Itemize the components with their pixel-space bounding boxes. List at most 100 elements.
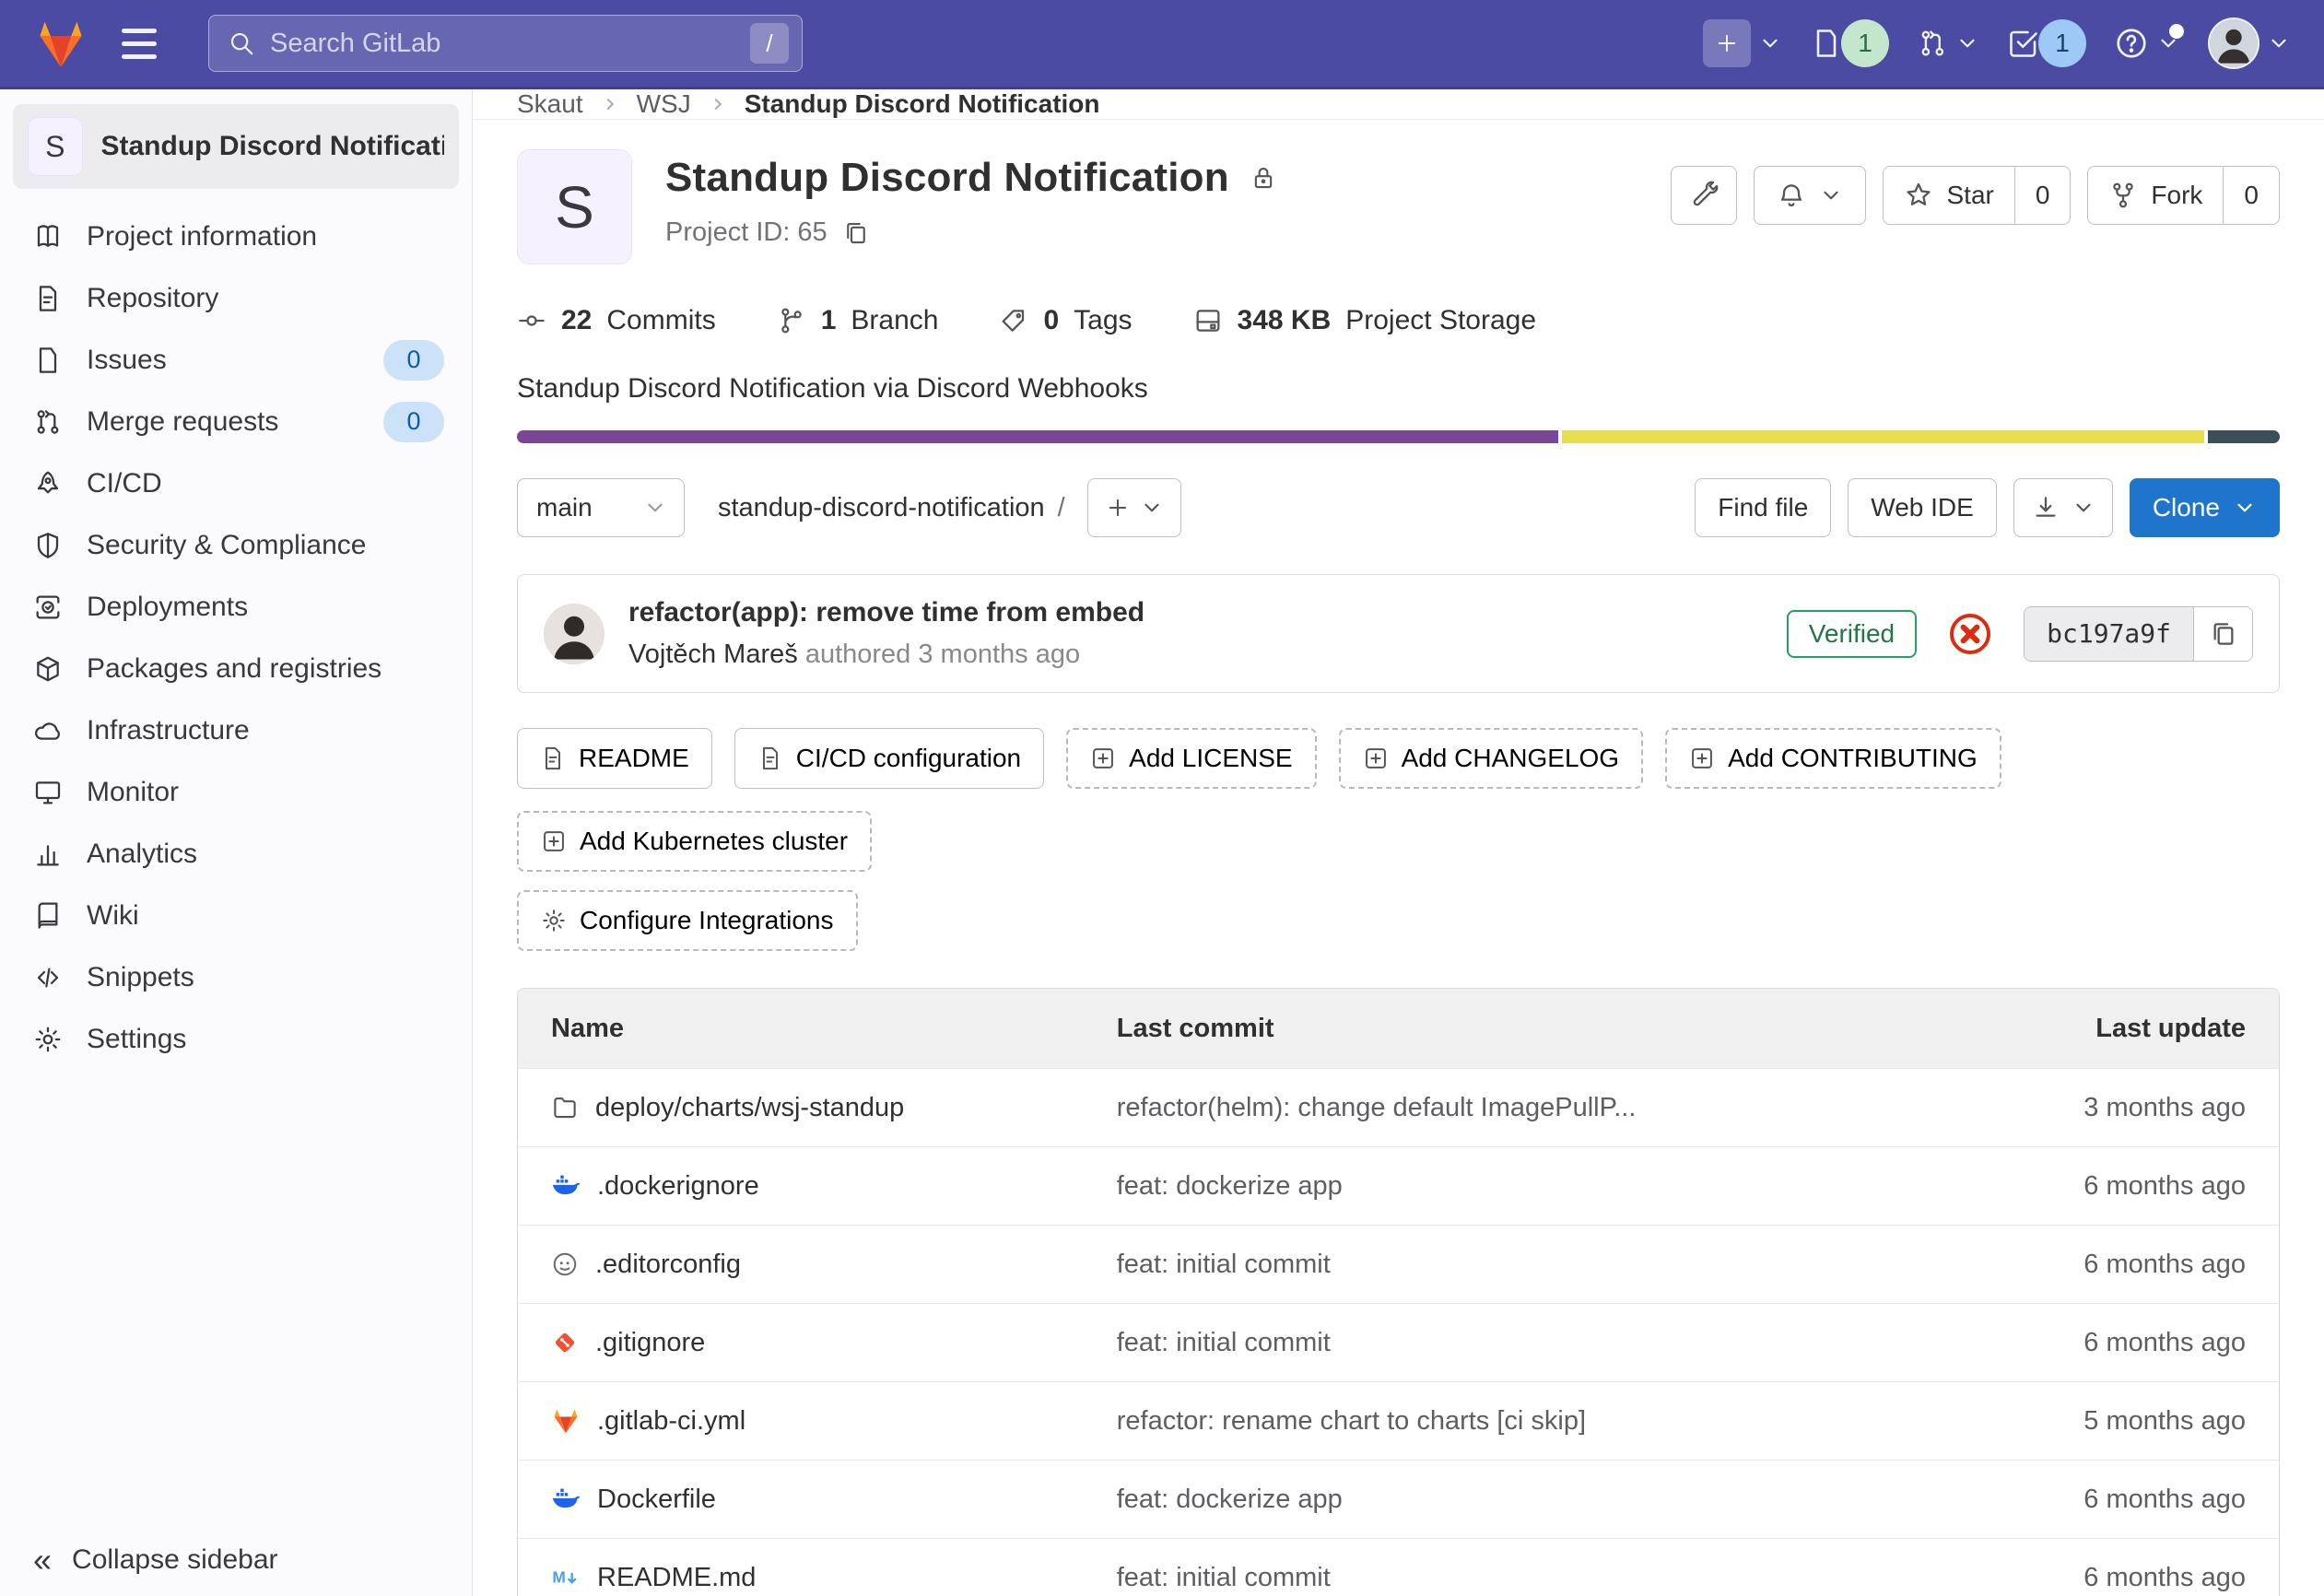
add-license-button[interactable]: Add LICENSE — [1066, 728, 1316, 789]
branch-selector[interactable]: main — [517, 478, 685, 537]
sidebar-item-deployments[interactable]: Deployments — [0, 576, 472, 638]
download-button[interactable] — [2014, 479, 2112, 536]
table-row[interactable]: M README.md feat: initial commit 6 month… — [518, 1538, 2279, 1596]
collapse-sidebar-button[interactable]: « Collapse sidebar — [0, 1522, 472, 1596]
merge-requests-nav-button[interactable] — [1917, 28, 1979, 59]
global-search[interactable]: / — [208, 15, 803, 72]
sidebar-item-cicd[interactable]: CI/CD — [0, 452, 472, 514]
file-name-link[interactable]: .gitignore — [595, 1328, 705, 1358]
commit-message-link[interactable]: feat: initial commit — [1117, 1250, 1331, 1279]
commit-author-link[interactable]: Vojtěch Mareš — [628, 640, 798, 669]
new-menu-button[interactable] — [1703, 19, 1782, 67]
commit-message-link[interactable]: feat: dockerize app — [1117, 1171, 1343, 1201]
issues-icon — [33, 346, 63, 375]
issues-nav-button[interactable]: 1 — [1810, 19, 1889, 67]
find-file-button[interactable]: Find file — [1695, 478, 1831, 537]
add-kubernetes-cluster-button[interactable]: Add Kubernetes cluster — [517, 811, 872, 872]
clone-button[interactable]: Clone — [2130, 478, 2280, 537]
language-bar[interactable] — [517, 430, 2280, 443]
fork-action[interactable]: Fork — [2088, 167, 2223, 224]
rocket-icon — [33, 469, 63, 499]
sidebar-item-settings[interactable]: Settings — [0, 1008, 472, 1070]
table-row[interactable]: .gitignore feat: initial commit 6 months… — [518, 1303, 2279, 1381]
star-icon — [1904, 181, 1933, 210]
cicd-configuration-button[interactable]: CI/CD configuration — [734, 728, 1044, 789]
file-name-link[interactable]: README.md — [597, 1563, 756, 1593]
sidebar-item-issues[interactable]: Issues 0 — [0, 329, 472, 391]
sidebar-item-repository[interactable]: Repository — [0, 267, 472, 329]
pipeline-failed-icon[interactable] — [1948, 612, 1992, 656]
menu-hamburger-icon[interactable] — [122, 29, 157, 59]
user-menu-button[interactable] — [2208, 18, 2291, 69]
commit-message-link[interactable]: refactor(helm): change default ImagePull… — [1117, 1093, 1637, 1122]
copy-sha-button[interactable] — [2193, 607, 2252, 661]
sidebar-item-security-compliance[interactable]: Security & Compliance — [0, 514, 472, 576]
sidebar-item-wiki[interactable]: Wiki — [0, 885, 472, 946]
issues-icon — [1810, 27, 1843, 60]
language-segment[interactable] — [2208, 430, 2280, 443]
repo-path-root[interactable]: standup-discord-notification — [718, 493, 1045, 523]
storage-stat[interactable]: 348 KBProject Storage — [1193, 305, 1537, 336]
download-dropdown[interactable] — [2013, 478, 2113, 537]
sidebar-item-infrastructure[interactable]: Infrastructure — [0, 699, 472, 761]
configure-integrations-button[interactable]: Configure Integrations — [517, 890, 858, 951]
todos-nav-button[interactable]: 1 — [2007, 19, 2086, 67]
table-row[interactable]: .dockerignore feat: dockerize app 6 mont… — [518, 1146, 2279, 1225]
commit-message-link[interactable]: feat: initial commit — [1117, 1328, 1331, 1357]
sidebar-item-analytics[interactable]: Analytics — [0, 823, 472, 885]
commit-author-avatar[interactable] — [544, 604, 604, 664]
sidebar-item-label: Project information — [87, 221, 317, 252]
chevron-down-icon — [643, 496, 667, 520]
sidebar-item-monitor[interactable]: Monitor — [0, 761, 472, 823]
table-row[interactable]: deploy/charts/wsj-standup refactor(helm)… — [518, 1068, 2279, 1146]
star-count[interactable]: 0 — [2014, 167, 2071, 224]
commit-message-link[interactable]: feat: dockerize app — [1117, 1485, 1343, 1514]
breadcrumb-root-link[interactable]: Skaut — [517, 89, 583, 119]
fork-button[interactable]: Fork 0 — [2087, 166, 2280, 225]
sidebar-item-packages-registries[interactable]: Packages and registries — [0, 638, 472, 699]
commit-message-link[interactable]: refactor: rename chart to charts [ci ski… — [1117, 1406, 1586, 1436]
language-segment[interactable] — [517, 430, 1558, 443]
help-menu-button[interactable] — [2114, 26, 2180, 61]
copy-icon[interactable] — [842, 219, 870, 247]
issues-count-badge: 0 — [383, 340, 444, 381]
table-row[interactable]: .editorconfig feat: initial commit 6 mon… — [518, 1225, 2279, 1303]
language-segment[interactable] — [1562, 430, 2204, 443]
commits-stat[interactable]: 22Commits — [517, 305, 716, 336]
branches-stat[interactable]: 1Branch — [777, 305, 939, 336]
customize-notifications-button[interactable] — [1671, 166, 1737, 225]
sidebar-item-merge-requests[interactable]: Merge requests 0 — [0, 391, 472, 452]
verified-badge[interactable]: Verified — [1787, 610, 1917, 658]
table-row[interactable]: Dockerfile feat: dockerize app 6 months … — [518, 1460, 2279, 1538]
file-name-link[interactable]: .editorconfig — [595, 1250, 741, 1280]
gitlab-logo-icon[interactable] — [33, 17, 88, 70]
tags-stat[interactable]: 0Tags — [999, 305, 1132, 336]
readme-button[interactable]: README — [517, 728, 712, 789]
add-contributing-button[interactable]: Add CONTRIBUTING — [1665, 728, 2001, 789]
commit-title-link[interactable]: refactor(app): remove time from embed — [628, 597, 1144, 628]
web-ide-button[interactable]: Web IDE — [1848, 478, 1997, 537]
file-name-link[interactable]: deploy/charts/wsj-standup — [595, 1093, 904, 1123]
search-input[interactable] — [270, 29, 735, 59]
file-name-link[interactable]: .gitlab-ci.yml — [597, 1406, 745, 1437]
notification-setting-button[interactable] — [1754, 166, 1866, 225]
breadcrumb-group-link[interactable]: WSJ — [637, 89, 691, 119]
table-row[interactable]: .gitlab-ci.yml refactor: rename chart to… — [518, 1381, 2279, 1460]
commit-message-link[interactable]: feat: initial commit — [1117, 1563, 1331, 1592]
chevron-down-icon — [1758, 31, 1782, 55]
tags-label: Tags — [1074, 305, 1132, 336]
sidebar-item-project-information[interactable]: Project information — [0, 205, 472, 267]
file-name-link[interactable]: .dockerignore — [597, 1171, 759, 1202]
file-name-link[interactable]: Dockerfile — [597, 1485, 716, 1515]
chevron-down-icon — [1955, 31, 1979, 55]
sidebar-project-context[interactable]: S Standup Discord Notificati... — [13, 104, 459, 189]
fork-count[interactable]: 0 — [2223, 167, 2279, 224]
wiki-book-icon — [33, 901, 63, 931]
star-button[interactable]: Star 0 — [1883, 166, 2071, 225]
branch-name: main — [536, 493, 593, 522]
sidebar-item-snippets[interactable]: Snippets — [0, 946, 472, 1008]
plus-dropdown[interactable] — [1088, 479, 1180, 536]
add-changelog-button[interactable]: Add CHANGELOG — [1339, 728, 1644, 789]
add-file-dropdown[interactable] — [1087, 478, 1181, 537]
star-action[interactable]: Star — [1884, 167, 2013, 224]
